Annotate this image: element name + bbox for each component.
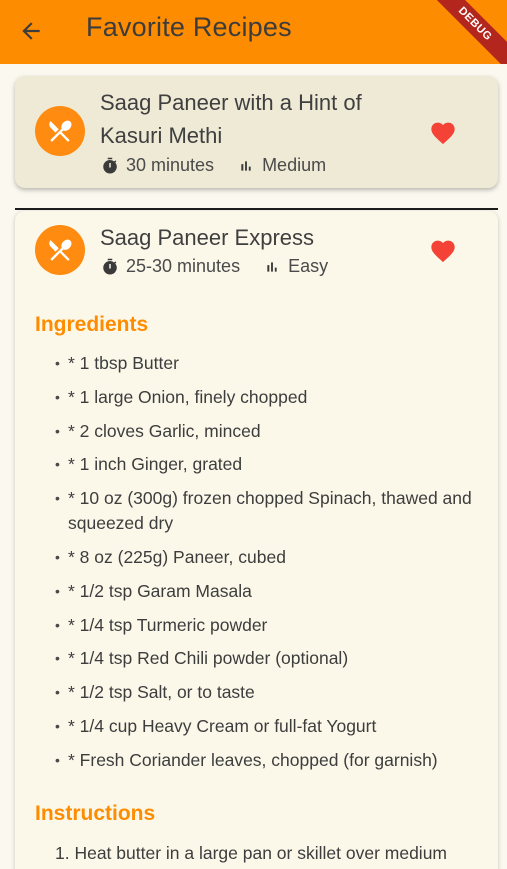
arrow-left-icon [22,22,40,40]
ingredient-item: * 1/4 tsp Red Chili powder (optional) [55,646,475,671]
back-button[interactable] [14,14,48,48]
ingredients-heading: Ingredients [35,313,149,336]
instructions-heading: Instructions [35,802,156,825]
heart-icon [431,240,455,263]
timer-icon [100,156,120,176]
ingredient-item: * 1/2 tsp Salt, or to taste [55,680,475,705]
instructions-list: 1. Heat butter in a large pan or skillet… [55,841,485,866]
instruction-step: 1. Heat butter in a large pan or skillet… [55,843,447,863]
favorite-button[interactable] [428,236,458,264]
ingredient-item: * 1/4 cup Heavy Cream or full-fat Yogurt [55,714,475,739]
ingredient-item: * 1 inch Ginger, grated [55,452,475,477]
ingredient-item: * 1 tbsp Butter [55,351,475,376]
recipe-difficulty: Medium [262,155,327,175]
recipe-avatar [35,106,85,156]
ingredients-list: * 1 tbsp Butter * 1 large Onion, finely … [55,351,475,782]
recipe-avatar [35,225,85,275]
recipe-meta: 30 minutes Medium [100,155,348,176]
recipe-meta: 25-30 minutes Easy [100,256,350,277]
ingredient-item: * 1 large Onion, finely chopped [55,385,475,410]
fork-knife-icon [49,120,72,142]
recipe-difficulty: Easy [288,256,329,276]
favorite-button[interactable] [428,118,458,146]
debug-banner: DEBUG [418,0,507,64]
heart-icon [431,122,455,145]
ingredient-item: * 8 oz (225g) Paneer, cubed [55,545,475,570]
recipe-card-expanded[interactable]: Saag Paneer Express 25-30 minutes Easy I… [15,211,498,869]
app-bar: Favorite Recipes DEBUG [0,0,507,64]
recipe-time: 30 minutes [126,155,215,175]
fork-knife-icon [49,239,72,261]
timer-icon [100,257,120,277]
recipe-time: 25-30 minutes [126,256,241,276]
recipe-title: Saag Paneer Express [100,225,315,250]
ingredient-item: * Fresh Coriander leaves, chopped (for g… [55,748,475,773]
bar-chart-icon [262,257,282,277]
page-title: Favorite Recipes [86,12,292,42]
divider [15,208,498,210]
ingredient-item: * 1/2 tsp Garam Masala [55,579,475,604]
bar-chart-icon [236,156,256,176]
recipe-card[interactable]: Saag Paneer with a Hint of Kasuri Methi … [15,76,498,188]
ingredient-item: * 2 cloves Garlic, minced [55,419,475,444]
ingredient-item: * 1/4 tsp Turmeric powder [55,613,475,638]
ingredient-item: * 10 oz (300g) frozen chopped Spinach, t… [55,486,475,536]
recipe-title: Saag Paneer with a Hint of Kasuri Methi [100,90,362,148]
